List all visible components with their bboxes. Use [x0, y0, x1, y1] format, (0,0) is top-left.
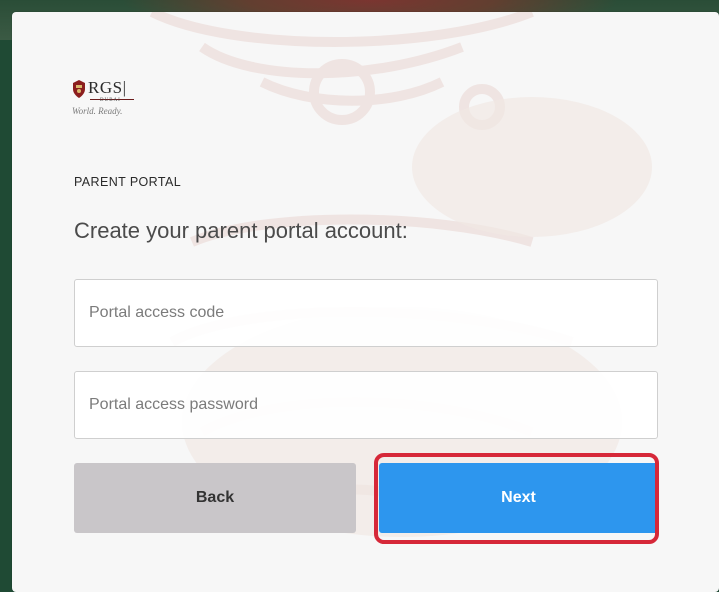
access-password-field-container [74, 371, 658, 439]
logo-text: RGS| [88, 78, 127, 97]
access-password-input[interactable] [75, 372, 657, 438]
back-button[interactable]: Back [74, 463, 356, 533]
page-title: Create your parent portal account: [74, 218, 408, 243]
logo-tagline: World. Ready. [72, 106, 123, 116]
access-code-input[interactable] [75, 280, 657, 346]
next-button[interactable]: Next [379, 463, 658, 533]
school-logo: RGS| DUBAI World. Ready. [72, 78, 182, 128]
login-card: RGS| DUBAI World. Ready. PARENT PORTAL C… [12, 12, 719, 592]
portal-label: PARENT PORTAL [74, 175, 182, 189]
access-code-field-container [74, 279, 658, 347]
crest-icon [73, 80, 85, 98]
logo-subtitle: DUBAI [100, 98, 121, 103]
